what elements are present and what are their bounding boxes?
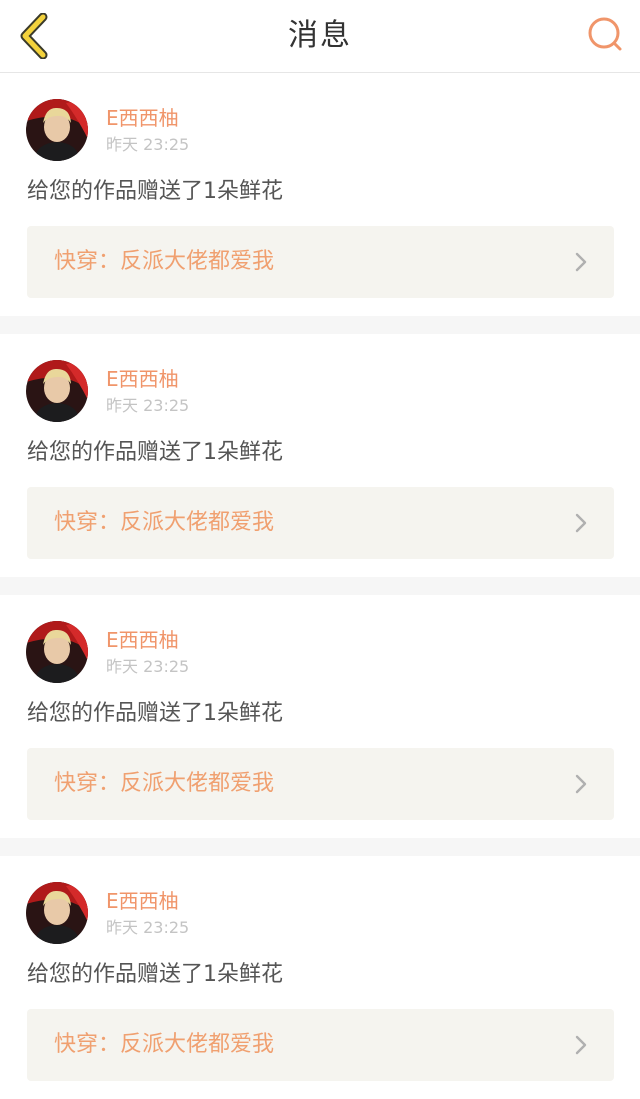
message-card: E西西柚 昨天 23:25 给您的作品赠送了1朵鲜花 快穿：反派大佬都爱我 — [0, 595, 640, 838]
avatar[interactable] — [26, 882, 88, 944]
message-time: 昨天 23:25 — [106, 918, 190, 937]
chevron-right-icon — [575, 252, 587, 272]
message-time: 昨天 23:25 — [106, 135, 190, 154]
message-list: E西西柚 昨天 23:25 给您的作品赠送了1朵鲜花 快穿：反派大佬都爱我 E西… — [0, 73, 640, 1099]
search-icon — [588, 17, 622, 51]
message-card: E西西柚 昨天 23:25 给您的作品赠送了1朵鲜花 快穿：反派大佬都爱我 — [0, 856, 640, 1099]
work-title: 快穿：反派大佬都爱我 — [54, 510, 275, 535]
chevron-right-icon — [575, 513, 587, 533]
chevron-right-icon — [575, 774, 587, 794]
work-title: 快穿：反派大佬都爱我 — [54, 249, 275, 274]
message-text: 给您的作品赠送了1朵鲜花 — [27, 701, 283, 726]
work-link[interactable]: 快穿：反派大佬都爱我 — [27, 748, 614, 820]
top-nav-bar: 消息 — [0, 0, 640, 73]
message-card: E西西柚 昨天 23:25 给您的作品赠送了1朵鲜花 快穿：反派大佬都爱我 — [0, 334, 640, 577]
avatar[interactable] — [26, 621, 88, 683]
message-text: 给您的作品赠送了1朵鲜花 — [27, 440, 283, 465]
sender-name[interactable]: E西西柚 — [106, 366, 179, 392]
chevron-right-icon — [575, 1035, 587, 1055]
avatar[interactable] — [26, 99, 88, 161]
work-title: 快穿：反派大佬都爱我 — [54, 771, 275, 796]
work-link[interactable]: 快穿：反派大佬都爱我 — [27, 487, 614, 559]
card-separator — [0, 838, 640, 856]
sender-name[interactable]: E西西柚 — [106, 888, 179, 914]
message-text: 给您的作品赠送了1朵鲜花 — [27, 179, 283, 204]
work-title: 快穿：反派大佬都爱我 — [54, 1032, 275, 1057]
message-time: 昨天 23:25 — [106, 657, 190, 676]
message-text: 给您的作品赠送了1朵鲜花 — [27, 962, 283, 987]
page-title: 消息 — [288, 18, 352, 53]
sender-name[interactable]: E西西柚 — [106, 627, 179, 653]
avatar[interactable] — [26, 360, 88, 422]
message-card: E西西柚 昨天 23:25 给您的作品赠送了1朵鲜花 快穿：反派大佬都爱我 — [0, 73, 640, 316]
search-button[interactable] — [582, 12, 628, 58]
card-separator — [0, 316, 640, 334]
card-separator — [0, 577, 640, 595]
message-time: 昨天 23:25 — [106, 396, 190, 415]
work-link[interactable]: 快穿：反派大佬都爱我 — [27, 226, 614, 298]
sender-name[interactable]: E西西柚 — [106, 105, 179, 131]
work-link[interactable]: 快穿：反派大佬都爱我 — [27, 1009, 614, 1081]
